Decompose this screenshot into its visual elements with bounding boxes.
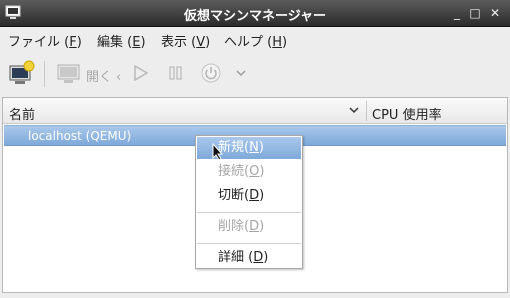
toolbar: 開く ‹ (0, 53, 510, 94)
connection-label: localhost (QEMU) (28, 129, 132, 143)
open-console-icon[interactable] (56, 59, 82, 87)
column-divider[interactable] (366, 101, 367, 121)
menu-view[interactable]: 表示 (V) (161, 31, 210, 50)
power-icon[interactable] (199, 59, 223, 87)
close-button[interactable]: ✕ (486, 4, 504, 22)
chevron-down-icon[interactable] (234, 59, 248, 87)
context-item-connect[interactable]: 接続(O) (197, 161, 301, 183)
context-item-delete[interactable]: 削除(D) (197, 216, 301, 238)
window-title: 仮想マシンマネージャー (183, 9, 327, 24)
menu-edit[interactable]: 編集 (E) (97, 31, 146, 50)
run-icon[interactable] (130, 59, 150, 87)
new-vm-icon[interactable] (8, 59, 36, 87)
chevron-down-icon[interactable] (348, 104, 360, 116)
pause-icon[interactable] (166, 59, 186, 87)
menu-bar: ファイル (F) 編集 (E) 表示 (V) ヘルプ (H) (0, 27, 510, 53)
open-button-label[interactable]: 開く ‹ (86, 66, 121, 85)
menu-file[interactable]: ファイル (F) (8, 31, 82, 50)
context-item-details[interactable]: 詳細 (D) (197, 247, 301, 269)
mouse-cursor-icon (212, 143, 224, 161)
minimize-button[interactable]: _ (448, 4, 466, 22)
column-header-cpu[interactable]: CPU 使用率 (372, 104, 442, 123)
title-bar[interactable]: 仮想マシンマネージャー _ □ ✕ (0, 0, 510, 27)
table-header: 名前 CPU 使用率 (3, 98, 507, 124)
menu-separator (197, 212, 301, 213)
menu-separator (197, 243, 301, 244)
maximize-button[interactable]: □ (466, 4, 484, 22)
toolbar-separator (44, 61, 45, 87)
context-item-disconnect[interactable]: 切断(D) (197, 185, 301, 207)
column-header-name[interactable]: 名前 (9, 104, 35, 123)
menu-help[interactable]: ヘルプ (H) (224, 31, 287, 50)
